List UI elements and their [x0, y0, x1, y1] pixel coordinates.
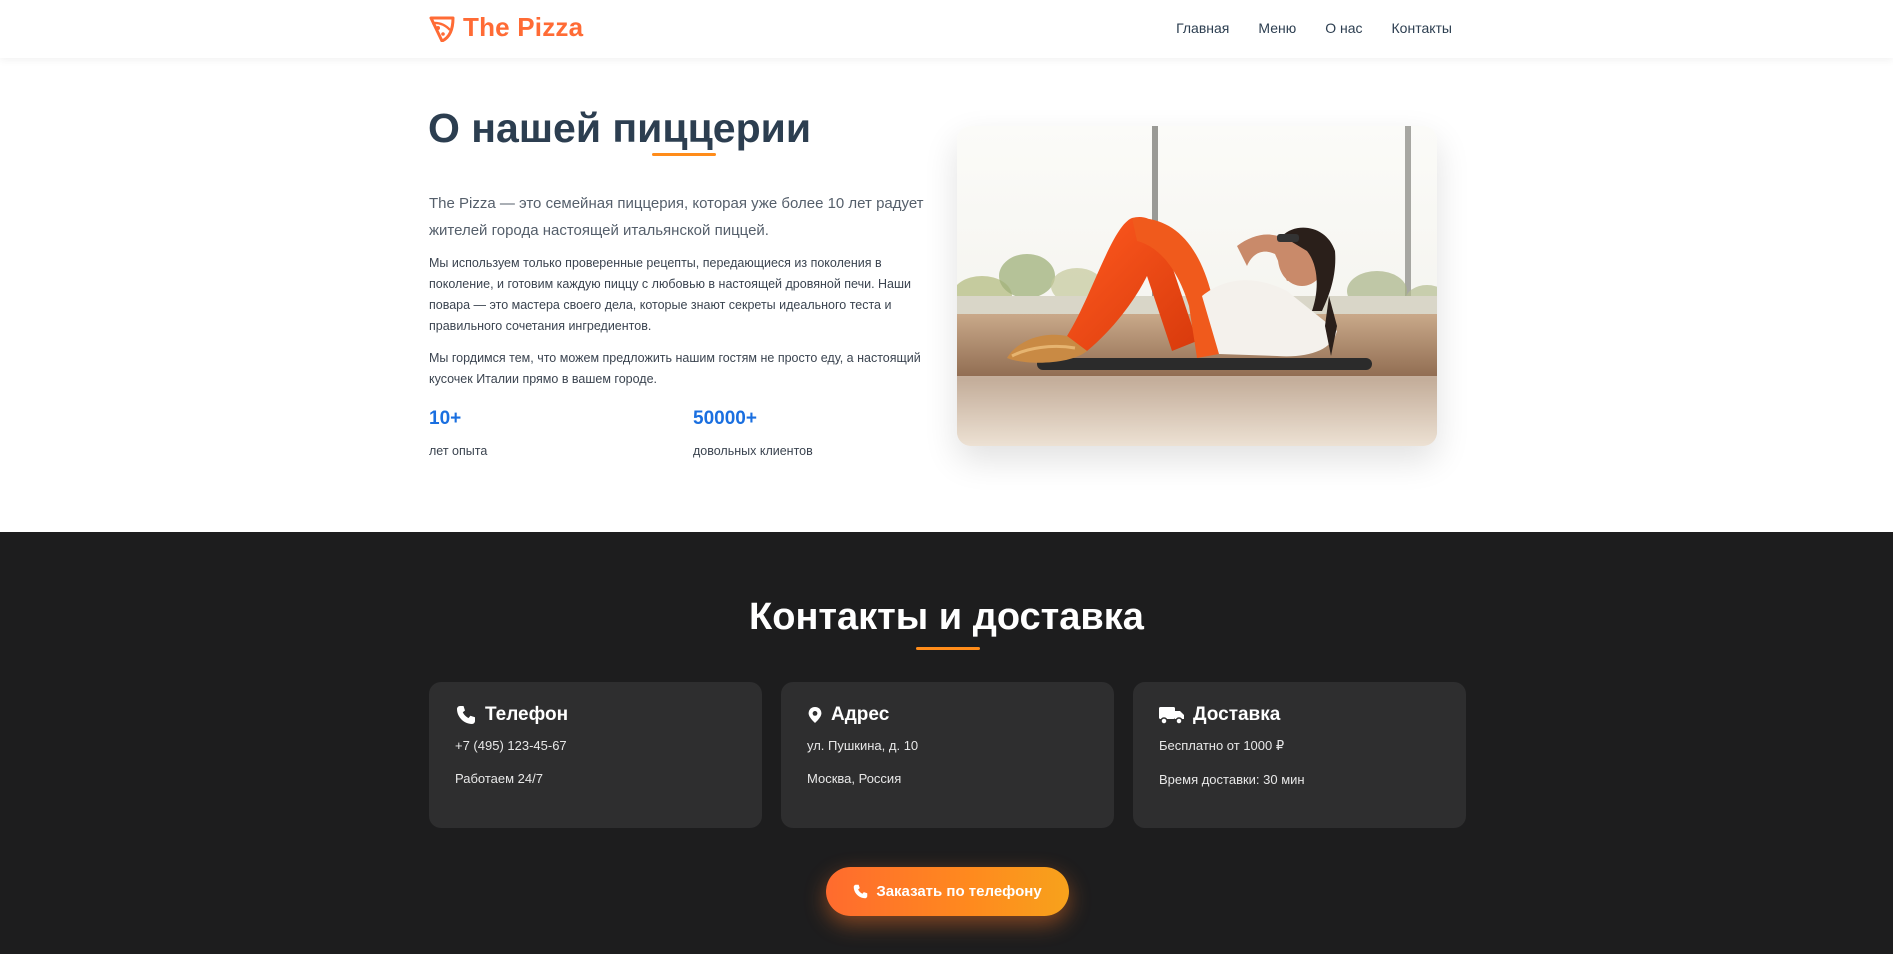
working-hours: Работаем 24/7	[455, 771, 543, 786]
order-button-label: Заказать по телефону	[876, 883, 1042, 900]
about-paragraph: Мы используем только проверенные рецепты…	[429, 256, 912, 333]
order-by-phone-button[interactable]: Заказать по телефону	[826, 867, 1069, 916]
site-header: The Pizza Главная Меню О нас Контакты	[0, 0, 1893, 58]
nav-link-about[interactable]: О нас	[1325, 20, 1362, 36]
contact-card-address: Адрес ул. Пушкина, д. 10 Москва, Россия	[781, 682, 1114, 828]
card-title: Телефон	[485, 704, 569, 725]
phone-number[interactable]: +7 (495) 123-45-67	[455, 738, 736, 753]
free-delivery-threshold: Бесплатно от 1000 ₽	[1159, 738, 1285, 753]
title-underline	[916, 647, 980, 650]
stat-clients: 50000+ довольных клиентов	[693, 408, 813, 458]
nav-link-contacts[interactable]: Контакты	[1392, 20, 1452, 36]
stat-value: 10+	[429, 408, 462, 429]
stat-years: 10+ лет опыта	[429, 408, 487, 458]
title-underline	[652, 153, 716, 156]
about-section	[0, 58, 1893, 532]
stat-label: лет опыта	[429, 444, 488, 458]
logo[interactable]: The Pizza	[429, 12, 583, 43]
truck-icon	[1159, 707, 1184, 725]
nav-link-home[interactable]: Главная	[1176, 20, 1229, 36]
delivery-time: Время доставки: 30 мин	[1159, 772, 1305, 787]
logo-text: The Pizza	[463, 12, 584, 42]
phone-icon	[457, 706, 475, 724]
card-title: Доставка	[1193, 704, 1281, 725]
contact-card-delivery: Доставка Бесплатно от 1000 ₽ Время доста…	[1133, 682, 1466, 828]
contact-card-phone: Телефон +7 (495) 123-45-67 Работаем 24/7	[429, 682, 762, 828]
woman-exercising-photo	[957, 126, 1437, 446]
street-address: ул. Пушкина, д. 10	[807, 738, 919, 753]
pizza-slice-icon	[429, 16, 455, 42]
city: Москва, Россия	[807, 771, 902, 786]
main-nav: Главная Меню О нас Контакты	[1176, 20, 1452, 36]
contacts-title: Контакты и доставка	[749, 596, 1144, 638]
about-lead: The Pizza — это семейная пиццерия, котор…	[429, 195, 924, 239]
card-title: Адрес	[831, 704, 890, 725]
about-photo	[957, 126, 1437, 446]
about-paragraph: Мы гордимся тем, что можем предложить на…	[429, 351, 921, 386]
nav-link-menu[interactable]: Меню	[1258, 20, 1296, 36]
stat-value: 50000+	[693, 408, 757, 429]
map-pin-icon	[808, 707, 822, 723]
phone-icon	[854, 884, 868, 899]
stat-label: довольных клиентов	[693, 444, 813, 458]
about-title: О нашей пиццерии	[428, 105, 812, 151]
